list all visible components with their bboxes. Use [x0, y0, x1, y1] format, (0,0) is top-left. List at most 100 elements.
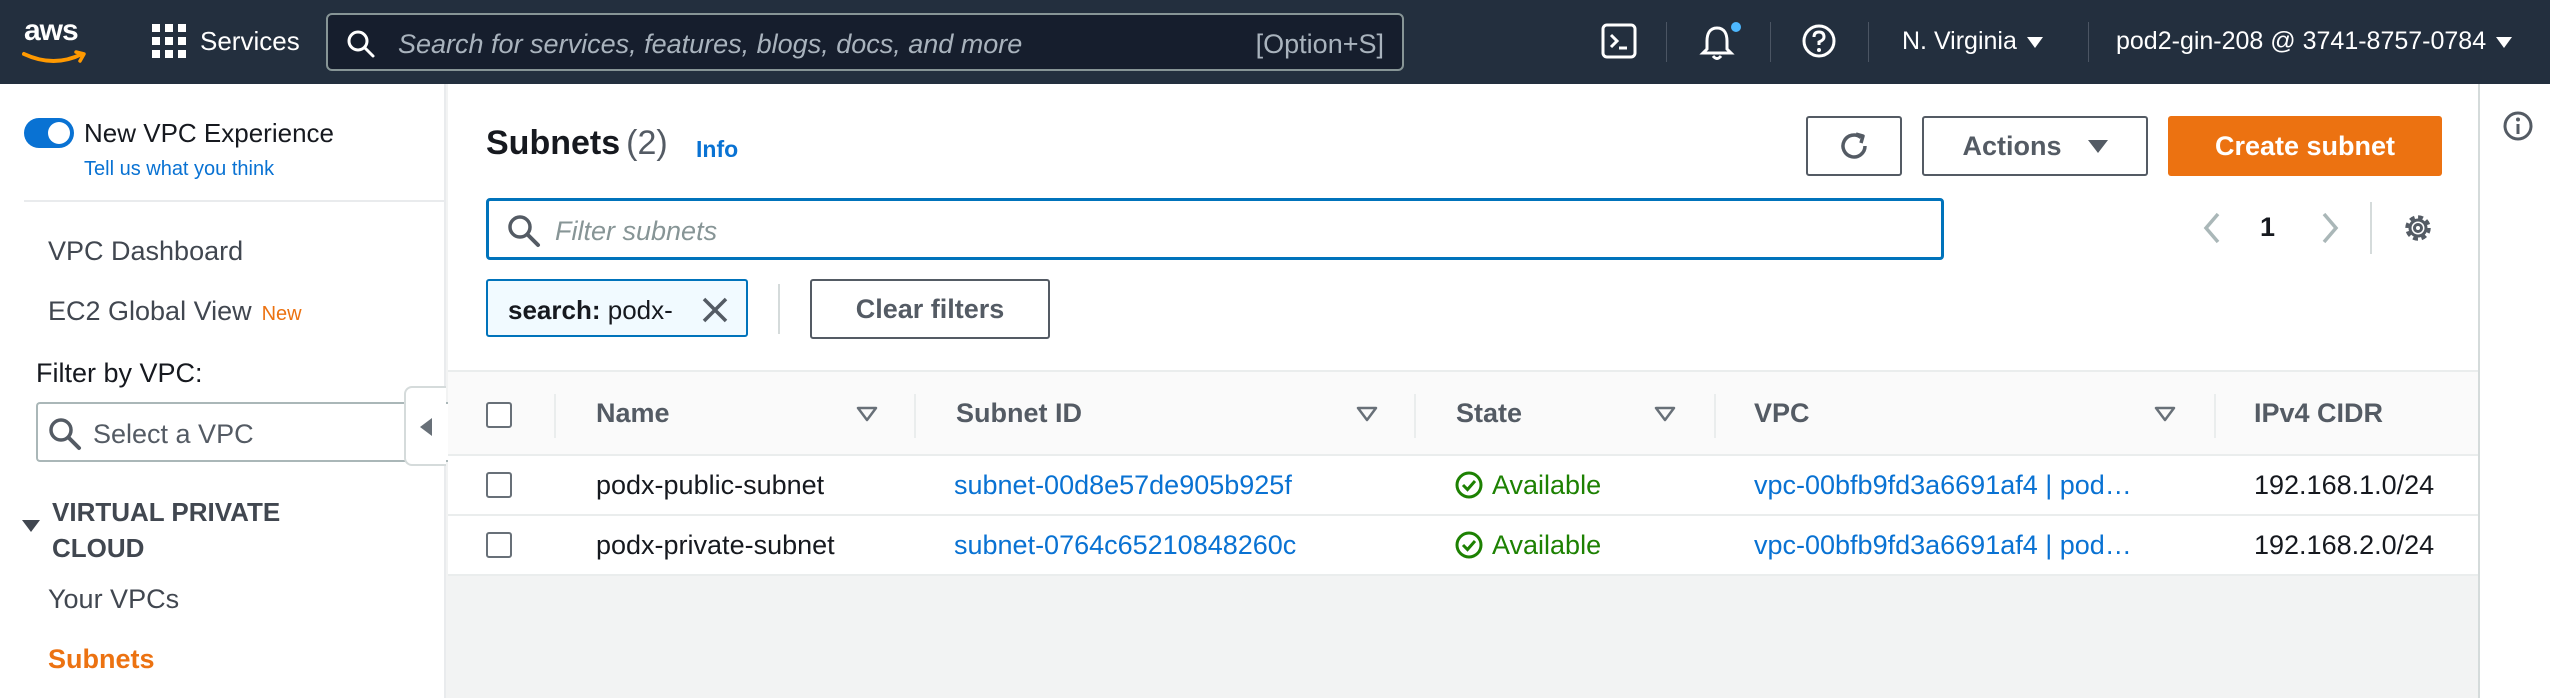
- token-divider: [778, 284, 780, 334]
- section-title-line: CLOUD: [52, 533, 145, 563]
- state-label: Available: [1492, 530, 1602, 560]
- filter-token: search: podx-: [486, 279, 748, 337]
- filter-subnets-input[interactable]: Filter subnets: [486, 198, 1944, 260]
- column-divider: [914, 394, 916, 438]
- filter-placeholder: Filter subnets: [555, 216, 718, 246]
- search-placeholder: Search for services, features, blogs, do…: [398, 29, 1023, 59]
- global-search-input[interactable]: Search for services, features, blogs, do…: [326, 13, 1404, 71]
- sort-icon[interactable]: [1654, 406, 1676, 422]
- services-menu-button[interactable]: Services: [200, 26, 300, 57]
- actions-button[interactable]: Actions: [1922, 116, 2148, 176]
- feedback-link[interactable]: Tell us what you think: [84, 158, 274, 181]
- notification-dot: [1731, 22, 1741, 32]
- region-selector[interactable]: N. Virginia: [1902, 27, 2043, 56]
- subnet-id-link[interactable]: subnet-00d8e57de905b925f: [954, 470, 1292, 501]
- subnet-name: podx-private-subnet: [596, 530, 835, 560]
- column-divider: [1414, 394, 1416, 438]
- check-circle-icon: [1455, 471, 1483, 499]
- subnet-state: Available: [1454, 470, 1601, 501]
- topbar-divider: [1770, 22, 1771, 62]
- account-label: pod2-gin-208 @ 3741-8757-0784: [2116, 27, 2487, 55]
- virtual-private-cloud-section[interactable]: VIRTUAL PRIVATE CLOUD: [52, 494, 280, 566]
- refresh-button[interactable]: [1806, 116, 1902, 176]
- column-header-state[interactable]: State: [1456, 398, 1522, 429]
- topbar-divider: [1666, 22, 1667, 62]
- row-checkbox[interactable]: [486, 472, 512, 498]
- search-shortcut-hint: [Option+S]: [1255, 29, 1384, 59]
- refresh-icon: [1841, 132, 1867, 159]
- sidebar-item-vpc-dashboard[interactable]: VPC Dashboard: [48, 236, 243, 267]
- topbar-divider: [1868, 22, 1869, 62]
- filter-token-key: search:: [508, 295, 601, 325]
- tools-panel-rail: [2478, 84, 2550, 698]
- filter-by-vpc-label: Filter by VPC:: [36, 358, 203, 388]
- subnet-state: Available: [1454, 530, 1601, 561]
- close-icon[interactable]: [700, 295, 730, 325]
- sidebar-divider: [24, 200, 446, 202]
- sort-icon[interactable]: [2154, 406, 2176, 422]
- pagination-divider: [2370, 202, 2372, 254]
- new-vpc-experience-toggle[interactable]: [24, 118, 74, 148]
- previous-page-icon[interactable]: [2200, 210, 2224, 246]
- aws-logo[interactable]: aws: [20, 14, 90, 68]
- ipv4-cidr: 192.168.1.0/24: [2254, 470, 2435, 500]
- new-badge: New: [261, 303, 302, 325]
- column-header-ipv4-cidr[interactable]: IPv4 CIDR: [2254, 398, 2383, 429]
- table-row[interactable]: podx-public-subnet subnet-00d8e57de905b9…: [448, 456, 2478, 516]
- section-title-line: VIRTUAL PRIVATE: [52, 497, 281, 527]
- info-link[interactable]: Info: [696, 136, 738, 163]
- sidebar-item-your-vpcs[interactable]: Your VPCs: [48, 584, 179, 615]
- gear-icon[interactable]: [2400, 210, 2436, 246]
- top-navigation-bar: aws Services Search for services, featur…: [0, 0, 2550, 84]
- vpc-select-placeholder: Select a VPC: [93, 419, 254, 449]
- vpc-select[interactable]: Select a VPC: [36, 402, 456, 462]
- sidebar-item-ec2-global-view[interactable]: EC2 Global View New: [48, 296, 302, 327]
- next-page-icon[interactable]: [2318, 210, 2342, 246]
- caret-down-icon: [2087, 139, 2108, 153]
- new-vpc-experience-label: New VPC Experience: [84, 118, 334, 148]
- clear-filters-button[interactable]: Clear filters: [810, 279, 1050, 339]
- caret-down-icon[interactable]: [22, 520, 40, 532]
- actions-label: Actions: [1962, 130, 2062, 161]
- account-menu[interactable]: pod2-gin-208 @ 3741-8757-0784: [2116, 27, 2513, 56]
- sort-icon[interactable]: [856, 406, 878, 422]
- search-icon: [49, 418, 81, 450]
- region-label: N. Virginia: [1902, 27, 2017, 55]
- aws-smile-icon: [22, 50, 86, 63]
- sidebar-item-subnets[interactable]: Subnets: [48, 644, 155, 675]
- info-icon[interactable]: [2502, 110, 2534, 142]
- column-divider: [554, 394, 556, 438]
- collapse-sidebar-button[interactable]: [404, 386, 446, 466]
- select-all-checkbox[interactable]: [486, 402, 512, 428]
- topbar-divider: [2088, 22, 2089, 62]
- sidebar-item-label: EC2 Global View: [48, 296, 252, 326]
- column-divider: [1714, 394, 1716, 438]
- table-row[interactable]: podx-private-subnet subnet-0764c65210848…: [448, 516, 2478, 576]
- caret-down-icon: [2026, 36, 2043, 48]
- column-header-subnet-id[interactable]: Subnet ID: [956, 398, 1082, 429]
- help-icon[interactable]: [1800, 22, 1838, 60]
- current-page-number[interactable]: 1: [2260, 212, 2275, 243]
- ipv4-cidr: 192.168.2.0/24: [2254, 530, 2435, 560]
- page-title: Subnets (2): [486, 124, 668, 163]
- filter-token-value: podx-: [607, 295, 673, 325]
- search-icon: [508, 215, 540, 247]
- table-header: Name Subnet ID State VPC IPv4 CIDR: [448, 370, 2478, 456]
- subnet-id-link[interactable]: subnet-0764c65210848260c: [954, 530, 1296, 561]
- vpc-link[interactable]: vpc-00bfb9fd3a6691af4 | pod…: [1754, 470, 2132, 501]
- subnet-count: (2): [626, 124, 668, 162]
- column-divider: [2214, 394, 2216, 438]
- services-grid-icon[interactable]: [152, 24, 186, 58]
- column-header-vpc[interactable]: VPC: [1754, 398, 1810, 429]
- subnets-header-panel: Subnets (2) Info Actions Create subnet Fi…: [448, 84, 2478, 370]
- sidebar: New VPC Experience Tell us what you thin…: [0, 84, 456, 698]
- check-circle-icon: [1455, 531, 1483, 559]
- state-label: Available: [1492, 470, 1602, 500]
- cloudshell-icon[interactable]: [1600, 22, 1638, 60]
- row-checkbox[interactable]: [486, 532, 512, 558]
- vpc-link[interactable]: vpc-00bfb9fd3a6691af4 | pod…: [1754, 530, 2132, 561]
- create-subnet-button[interactable]: Create subnet: [2168, 116, 2442, 176]
- sort-icon[interactable]: [1356, 406, 1378, 422]
- bell-icon[interactable]: [1698, 22, 1744, 62]
- column-header-name[interactable]: Name: [596, 398, 670, 429]
